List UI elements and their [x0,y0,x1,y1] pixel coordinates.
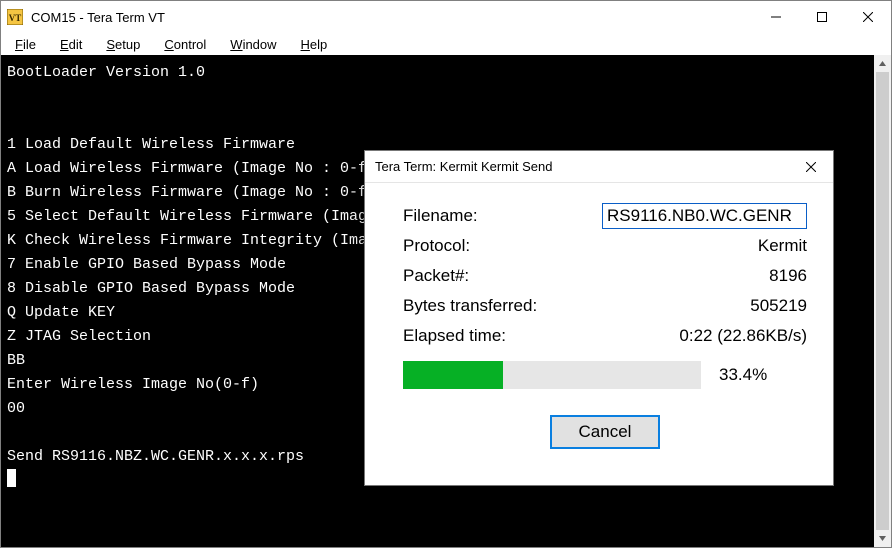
bytes-value: 505219 [750,296,807,316]
dialog-title: Tera Term: Kermit Kermit Send [375,159,552,174]
menu-control[interactable]: Control [154,35,216,54]
elapsed-label: Elapsed time: [403,326,506,346]
dialog-titlebar: Tera Term: Kermit Kermit Send [365,151,833,183]
filename-field[interactable] [602,203,807,229]
kermit-send-dialog: Tera Term: Kermit Kermit Send Filename: … [364,150,834,486]
menu-file[interactable]: File [5,35,46,54]
menu-edit[interactable]: Edit [50,35,92,54]
menu-help[interactable]: Help [291,35,338,54]
cancel-button[interactable]: Cancel [550,415,660,449]
menu-window[interactable]: Window [220,35,286,54]
window-title: COM15 - Tera Term VT [31,10,165,25]
terminal-line: BootLoader Version 1.0 [7,61,868,85]
menubar: File Edit Setup Control Window Help [1,33,891,55]
app-icon: VT [7,9,23,25]
scroll-down-button[interactable] [874,530,891,547]
menu-setup[interactable]: Setup [96,35,150,54]
terminal-line [7,109,868,133]
packet-label: Packet#: [403,266,469,286]
filename-label: Filename: [403,206,478,226]
window-controls [753,1,891,33]
protocol-value: Kermit [758,236,807,256]
progress-percent: 33.4% [719,365,767,385]
dialog-body: Filename: Protocol: Kermit Packet#: 8196… [365,183,833,485]
close-button[interactable] [845,1,891,33]
svg-text:VT: VT [9,13,22,23]
progress-bar [403,361,701,389]
elapsed-value: 0:22 (22.86KB/s) [679,326,807,346]
minimize-button[interactable] [753,1,799,33]
progress-fill [403,361,503,389]
maximize-button[interactable] [799,1,845,33]
scroll-up-button[interactable] [874,55,891,72]
scroll-track[interactable] [874,72,891,530]
titlebar: VT COM15 - Tera Term VT [1,1,891,33]
scroll-thumb[interactable] [876,72,889,530]
packet-value: 8196 [769,266,807,286]
vertical-scrollbar[interactable] [874,55,891,547]
bytes-label: Bytes transferred: [403,296,537,316]
protocol-label: Protocol: [403,236,470,256]
terminal-line [7,85,868,109]
dialog-close-button[interactable] [789,151,833,183]
